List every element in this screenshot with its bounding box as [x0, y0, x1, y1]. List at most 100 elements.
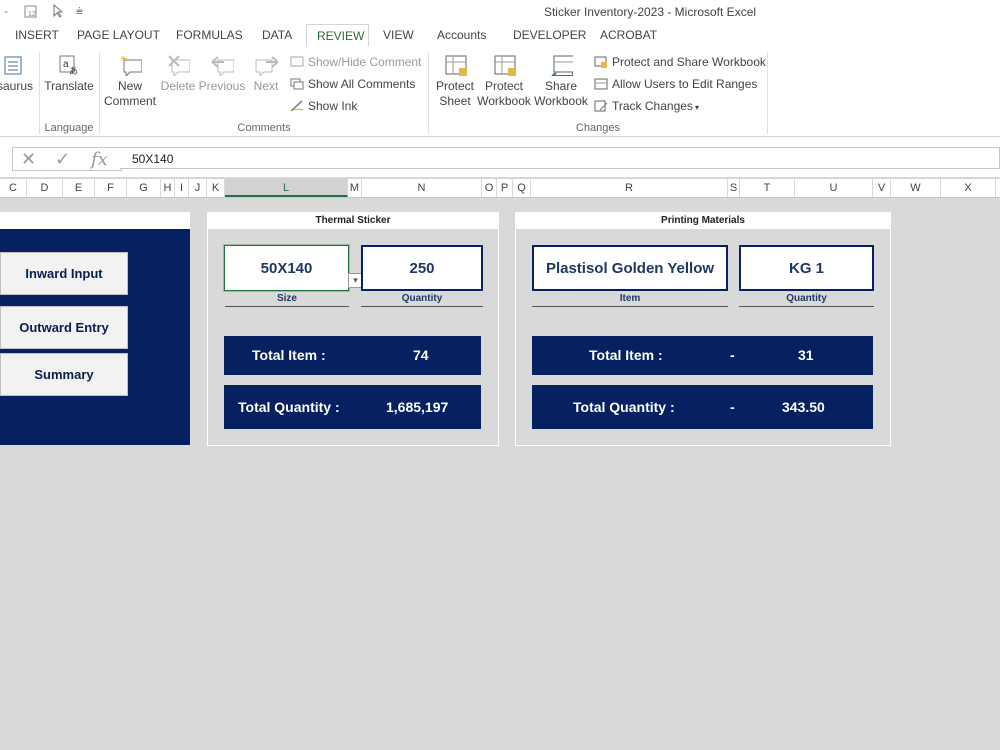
outward-entry-button[interactable]: Outward Entry [0, 306, 128, 349]
printing-total-item-value: 31 [798, 347, 814, 363]
allow-users-label: Allow Users to Edit Ranges [612, 77, 758, 91]
thesaurus-icon [4, 56, 22, 75]
printing-materials-panel: Printing Materials Plastisol Golden Yell… [515, 212, 891, 446]
protect-sheet-button[interactable]: Protect Sheet [432, 54, 478, 109]
share-workbook-label-2: Workbook [534, 94, 588, 108]
show-all-comments-label: Show All Comments [308, 77, 416, 91]
column-header[interactable]: U [795, 179, 873, 197]
confirm-entry-icon[interactable]: ✓ [55, 149, 70, 170]
size-cell[interactable]: 50X140 [223, 244, 350, 292]
column-header[interactable]: N [362, 179, 482, 197]
translate-label: Translate [44, 79, 94, 93]
total-quantity-label: Total Quantity : [238, 399, 340, 415]
tab-insert[interactable]: INSERT [15, 28, 59, 42]
protect-sheet-label-2: Sheet [439, 94, 471, 108]
column-header[interactable]: T [740, 179, 795, 197]
column-header[interactable]: E [63, 179, 95, 197]
new-comment-label-1: New [117, 79, 142, 93]
tab-developer[interactable]: DEVELOPER [513, 28, 586, 42]
column-header[interactable]: R [531, 179, 728, 197]
thermal-total-quantity-bar: Total Quantity : 1,685,197 [224, 385, 481, 429]
ribbon-separator [39, 52, 40, 134]
column-header[interactable]: W [891, 179, 941, 197]
column-header[interactable]: C [0, 179, 27, 197]
column-header[interactable]: J [189, 179, 207, 197]
material-quantity-cell[interactable]: KG 1 [739, 245, 874, 291]
track-changes-label: Track Changes [612, 99, 693, 113]
item-cell[interactable]: Plastisol Golden Yellow [532, 245, 728, 291]
tab-formulas[interactable]: FORMULAS [176, 28, 243, 42]
quantity-cell[interactable]: 250 [361, 245, 483, 291]
printing-total-item-bar: Total Item : - 31 [532, 336, 873, 375]
title-bar: - 12 ⩧ Sticker Inventory-2023 - Microsof… [0, 0, 1000, 24]
comments-group-label: Comments [237, 122, 291, 134]
summary-button[interactable]: Summary [0, 353, 128, 396]
share-workbook-icon [551, 55, 573, 76]
new-comment-button[interactable]: ✳ New Comment [104, 54, 156, 109]
thesaurus-label: saurus [0, 79, 34, 93]
show-hide-comment-label: Show/Hide Comment [308, 55, 422, 69]
track-changes-button[interactable]: Track Changes ▾ [594, 99, 699, 113]
column-header[interactable]: O [482, 179, 497, 197]
column-header[interactable]: F [95, 179, 127, 197]
track-changes-icon [594, 100, 608, 112]
cancel-entry-icon[interactable]: ✕ [21, 149, 36, 170]
column-header[interactable]: G [127, 179, 161, 197]
item-label: Item [532, 292, 728, 307]
column-header[interactable]: I [175, 179, 189, 197]
column-header[interactable]: P [497, 179, 513, 197]
language-group-label: Language [44, 122, 94, 134]
column-header[interactable]: Q [513, 179, 531, 197]
show-all-comments-button[interactable]: Show All Comments [290, 77, 415, 91]
formula-bar: ✕ ✓ fx 50X140 [0, 137, 1000, 177]
formula-input[interactable]: 50X140 [120, 147, 1000, 169]
delete-label: Delete [160, 79, 196, 93]
column-header[interactable]: X [941, 179, 996, 197]
column-header[interactable]: D [27, 179, 63, 197]
next-comment-icon [255, 56, 278, 76]
changes-group-label: Changes [575, 122, 621, 134]
svg-text:あ: あ [69, 66, 78, 76]
ribbon-separator [767, 52, 768, 134]
nav-panel: Inward Input Outward Entry Summary [0, 229, 190, 445]
tab-review[interactable]: REVIEW [306, 24, 369, 47]
column-header[interactable]: H [161, 179, 175, 197]
translate-button[interactable]: aあ Translate [44, 54, 94, 94]
column-header[interactable]: S [728, 179, 740, 197]
show-ink-button[interactable]: Show Ink [290, 99, 357, 113]
share-workbook-label-1: Share [544, 79, 578, 93]
thesaurus-button[interactable]: saurus [0, 54, 34, 94]
allow-users-edit-ranges-button[interactable]: Allow Users to Edit Ranges [594, 77, 757, 91]
show-ink-icon [290, 100, 304, 112]
printing-total-quantity-value: 343.50 [782, 399, 825, 415]
total-item-label: Total Item : [252, 347, 326, 363]
protect-workbook-button[interactable]: Protect Workbook [477, 54, 531, 109]
delete-comment-icon [168, 55, 190, 76]
previous-comment-button[interactable]: Previous [198, 54, 246, 94]
column-header[interactable]: M [348, 179, 362, 197]
column-header-selected[interactable]: L [225, 179, 348, 197]
show-hide-comment-icon [290, 56, 304, 67]
tab-data[interactable]: DATA [262, 28, 292, 42]
inward-input-button[interactable]: Inward Input [0, 252, 128, 295]
protect-workbook-label-1: Protect [484, 79, 523, 93]
share-workbook-button[interactable]: Share Workbook [534, 54, 588, 109]
dropdown-arrow-icon: ▾ [694, 103, 699, 112]
next-comment-button[interactable]: Next [248, 54, 284, 94]
protect-and-share-button[interactable]: Protect and Share Workbook [594, 55, 766, 69]
protect-sheet-label-1: Protect [435, 79, 474, 93]
tab-page-layout[interactable]: PAGE LAYOUT [77, 28, 160, 42]
column-header[interactable]: K [207, 179, 225, 197]
tab-view[interactable]: VIEW [383, 28, 414, 42]
tab-acrobat[interactable]: ACROBAT [600, 28, 657, 42]
protect-workbook-icon [494, 55, 516, 76]
show-hide-comment-button[interactable]: Show/Hide Comment [290, 55, 421, 69]
protect-and-share-label: Protect and Share Workbook [612, 55, 766, 69]
printing-total-quantity-label: Total Quantity : [573, 399, 675, 415]
printing-materials-header: Printing Materials [516, 213, 890, 229]
insert-function-icon[interactable]: fx [91, 149, 108, 170]
tab-accounts[interactable]: Accounts [437, 28, 486, 42]
column-header[interactable]: V [873, 179, 891, 197]
delete-comment-button[interactable]: Delete [158, 54, 198, 94]
printing-total-item-label: Total Item : [589, 347, 663, 363]
